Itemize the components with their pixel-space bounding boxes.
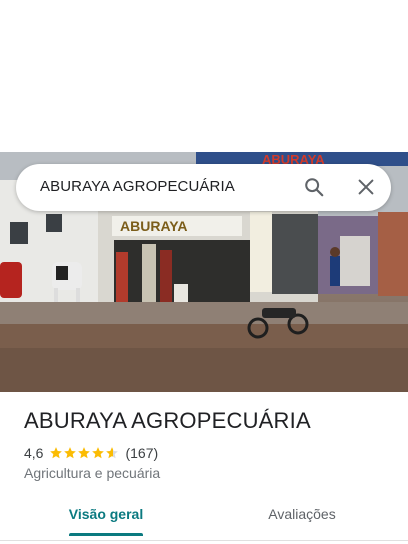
tab-overview[interactable]: Visão geral [31, 496, 181, 536]
star-icon [50, 447, 63, 459]
rating-stars [49, 446, 119, 460]
tab-selected-indicator [69, 533, 143, 536]
tab-bar: Visão geral Avaliações [0, 496, 408, 538]
search-input[interactable]: ABURAYA AGROPECUÁRIA [40, 178, 235, 195]
star-icon [64, 447, 77, 459]
rating-row[interactable]: 4,6 (167) [24, 444, 158, 462]
place-category[interactable]: Agricultura e pecuária [24, 465, 160, 481]
search-icon[interactable] [303, 176, 325, 198]
place-title: ABURAYA AGROPECUÁRIA [24, 408, 311, 433]
close-icon[interactable] [355, 176, 377, 198]
search-bar[interactable]: ABURAYA AGROPECUÁRIA [16, 164, 391, 211]
star-icon [92, 447, 105, 459]
review-count[interactable]: (167) [125, 445, 158, 461]
star-icon [78, 447, 91, 459]
blank-header-area [0, 0, 408, 152]
tab-reviews[interactable]: Avaliações [227, 496, 377, 536]
storefront-sign-text: ABURAYA [120, 218, 187, 234]
tabs-divider [0, 540, 408, 541]
star-icon [106, 447, 119, 459]
rating-value: 4,6 [24, 445, 44, 461]
